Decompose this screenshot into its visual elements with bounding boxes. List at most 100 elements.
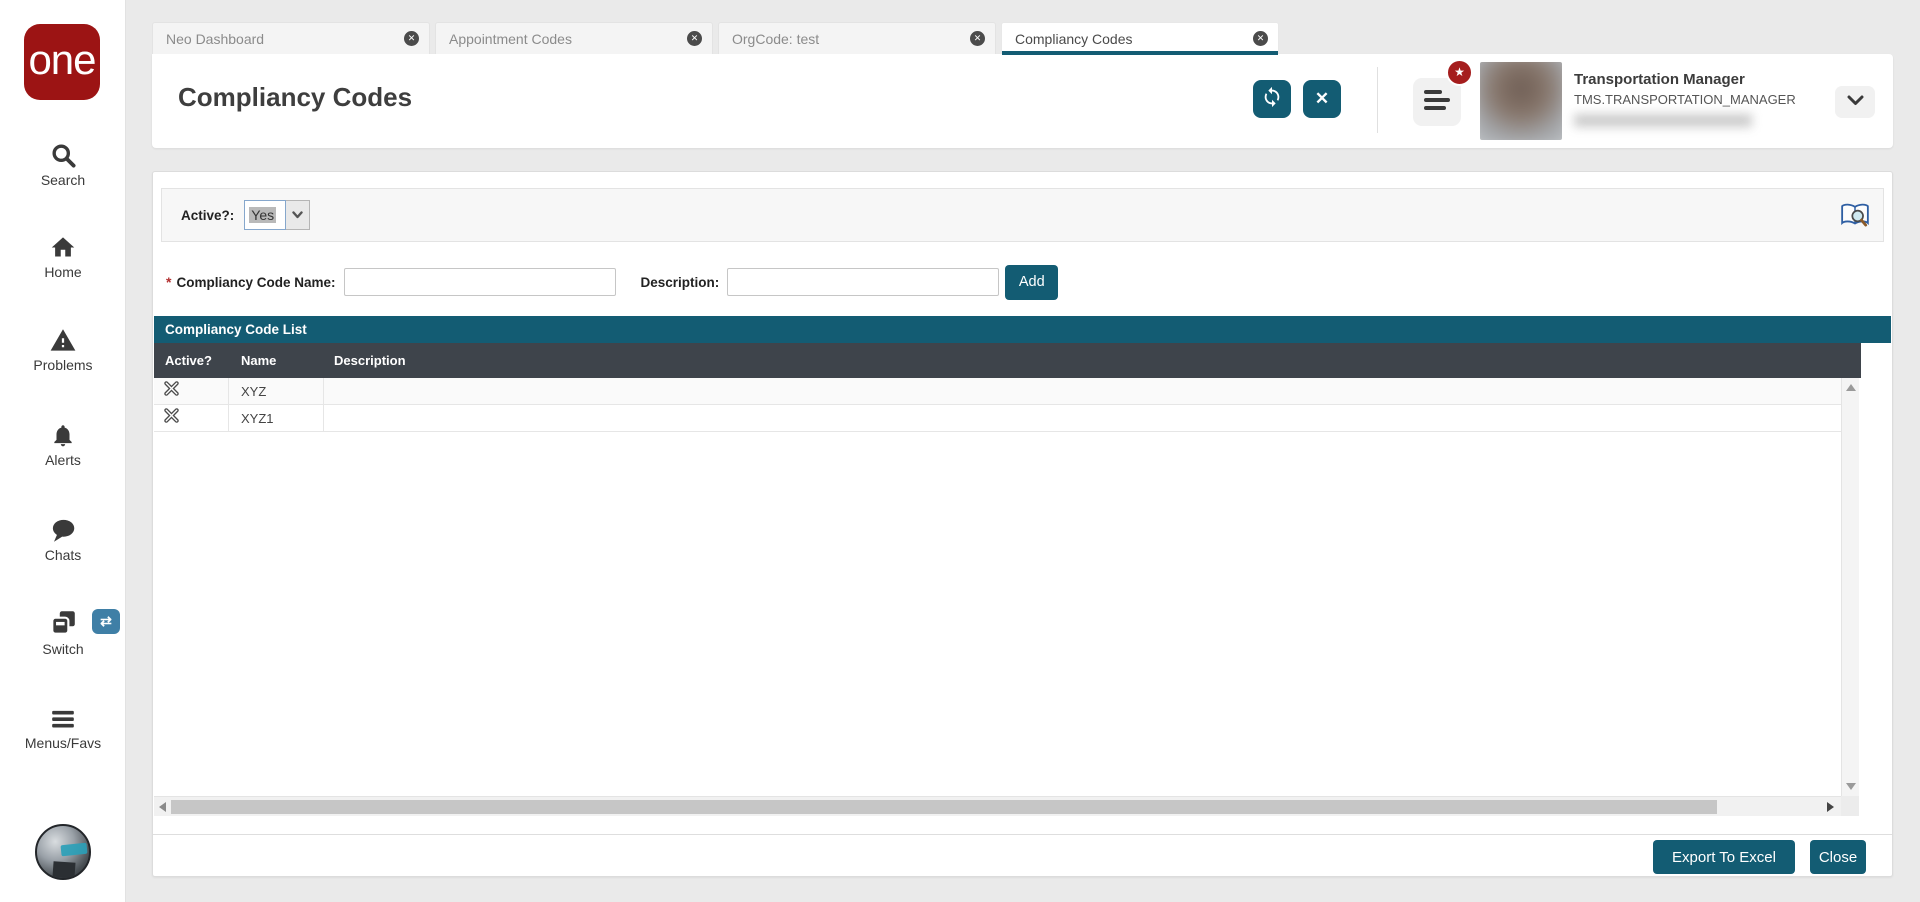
tab-label: OrgCode: test xyxy=(732,30,820,47)
one-logo-text: one xyxy=(28,36,96,83)
active-cell xyxy=(154,378,229,404)
code-name-label: Compliancy Code Name: xyxy=(176,274,336,290)
user-avatar[interactable] xyxy=(1480,62,1562,140)
search-icon xyxy=(0,142,126,169)
user-name: Transportation Manager xyxy=(1574,71,1745,88)
robot-visor xyxy=(60,842,88,857)
scroll-right-arrow[interactable] xyxy=(1827,802,1834,812)
sidebar-item-home[interactable]: Home xyxy=(0,234,126,280)
tab-bar: Neo Dashboard ✕ Appointment Codes ✕ OrgC… xyxy=(152,22,1279,55)
description-label: Description: xyxy=(640,274,720,290)
scroll-left-arrow[interactable] xyxy=(159,802,166,812)
sidebar-item-label: Alerts xyxy=(45,452,81,468)
chevron-down-icon xyxy=(292,206,303,224)
assistant-avatar[interactable] xyxy=(35,824,91,880)
one-logo[interactable]: one xyxy=(24,24,100,100)
tab-close-icon[interactable]: ✕ xyxy=(1253,31,1268,46)
active-filter-label: Active?: xyxy=(181,207,235,223)
avatar-photo-blur xyxy=(1480,62,1562,140)
name-cell: XYZ xyxy=(229,378,324,404)
horizontal-scroll-thumb[interactable] xyxy=(171,800,1717,814)
book-search-icon xyxy=(1840,203,1870,234)
sidebar-item-chats[interactable]: Chats xyxy=(0,517,126,563)
sidebar-item-label: Search xyxy=(40,172,86,188)
vertical-scrollbar[interactable] xyxy=(1841,378,1859,796)
tab-compliancy-codes[interactable]: Compliancy Codes ✕ xyxy=(1001,22,1279,55)
filter-bar: Active?: Yes xyxy=(161,188,1884,242)
tab-neo-dashboard[interactable]: Neo Dashboard ✕ xyxy=(152,22,430,54)
active-filter-value-box: Yes xyxy=(244,200,287,230)
add-code-form: * Compliancy Code Name: Description: Add xyxy=(166,264,1059,300)
select-chevron-button[interactable] xyxy=(286,200,311,230)
tab-close-icon[interactable]: ✕ xyxy=(404,31,419,46)
tab-label: Compliancy Codes xyxy=(1015,30,1133,47)
switch-swap-badge[interactable]: ⇄ xyxy=(92,609,120,634)
scroll-down-arrow[interactable] xyxy=(1846,783,1856,790)
active-filter-value: Yes xyxy=(249,207,277,223)
description-input[interactable] xyxy=(727,268,1000,296)
warning-icon xyxy=(0,327,126,354)
code-name-input[interactable] xyxy=(343,268,616,296)
sidebar: one Search Home Problems Alerts Chats Sw… xyxy=(0,0,126,902)
column-header-active[interactable]: Active? xyxy=(154,353,229,368)
menu-bar xyxy=(1424,98,1450,102)
tab-label: Appointment Codes xyxy=(449,30,572,47)
horizontal-scrollbar[interactable] xyxy=(154,796,1841,816)
swap-arrows-icon: ⇄ xyxy=(100,613,112,629)
hamburger-icon xyxy=(0,706,126,732)
footer-divider xyxy=(153,834,1892,835)
refresh-icon xyxy=(1261,86,1283,113)
sidebar-item-problems[interactable]: Problems xyxy=(0,327,126,373)
description-cell xyxy=(324,405,1841,431)
sidebar-item-switch[interactable]: Switch ⇄ xyxy=(0,608,126,657)
home-icon xyxy=(0,234,126,261)
table-row[interactable]: XYZ xyxy=(154,378,1841,405)
tab-close-icon[interactable]: ✕ xyxy=(970,31,985,46)
deactivate-x-icon[interactable] xyxy=(163,380,180,402)
sidebar-item-label: Switch xyxy=(42,641,84,657)
favorites-star-badge: ★ xyxy=(1446,59,1473,86)
description-cell xyxy=(324,378,1841,404)
close-button[interactable]: Close xyxy=(1810,840,1866,874)
active-cell xyxy=(154,405,229,431)
scrollbar-corner xyxy=(1841,796,1859,816)
lookup-report-button[interactable] xyxy=(1840,202,1870,230)
export-to-excel-button[interactable]: Export To Excel xyxy=(1653,840,1795,874)
tab-close-icon[interactable]: ✕ xyxy=(687,31,702,46)
sidebar-item-menus-favs[interactable]: Menus/Favs xyxy=(0,706,126,751)
close-icon: ✕ xyxy=(1314,89,1330,108)
scroll-up-arrow[interactable] xyxy=(1846,384,1856,391)
deactivate-x-icon[interactable] xyxy=(163,407,180,429)
active-filter-select[interactable]: Yes xyxy=(244,200,311,230)
table-row[interactable]: XYZ1 xyxy=(154,405,1841,432)
user-role: TMS.TRANSPORTATION_MANAGER xyxy=(1574,92,1796,107)
tab-appointment-codes[interactable]: Appointment Codes ✕ xyxy=(435,22,713,54)
column-header-description[interactable]: Description xyxy=(324,353,1861,368)
sidebar-item-alerts[interactable]: Alerts xyxy=(0,422,126,468)
grid-header-row: Active? Name Description xyxy=(154,343,1861,378)
menu-bar xyxy=(1424,106,1446,110)
grid-title-bar: Compliancy Code List xyxy=(154,316,1891,343)
user-org-blurred xyxy=(1574,114,1752,127)
close-screen-button[interactable]: ✕ xyxy=(1303,80,1341,118)
tab-orgcode-test[interactable]: OrgCode: test ✕ xyxy=(718,22,996,54)
sidebar-item-search[interactable]: Search xyxy=(0,142,126,188)
star-icon: ★ xyxy=(1454,65,1465,79)
page-header: Compliancy Codes ✕ ★ Transportation Mana… xyxy=(152,54,1893,148)
chat-bubble-icon xyxy=(0,517,126,544)
chevron-down-icon xyxy=(1847,93,1864,111)
sidebar-item-label: Chats xyxy=(44,547,82,563)
user-menu-dropdown[interactable] xyxy=(1835,86,1875,118)
sidebar-item-label: Menus/Favs xyxy=(24,735,102,751)
header-divider xyxy=(1377,67,1378,133)
add-button[interactable]: Add xyxy=(1005,264,1059,300)
sidebar-item-label: Problems xyxy=(33,357,93,373)
compliancy-codes-panel: Active?: Yes * Compliancy Code Name: Des… xyxy=(152,171,1893,877)
header-menu-button[interactable] xyxy=(1413,78,1461,126)
sidebar-item-label: Home xyxy=(44,264,82,280)
refresh-button[interactable] xyxy=(1253,80,1291,118)
column-header-name[interactable]: Name xyxy=(229,353,324,368)
page-title: Compliancy Codes xyxy=(178,82,413,112)
required-marker: * xyxy=(166,274,172,290)
grid-body: XYZ XYZ1 xyxy=(154,378,1841,432)
